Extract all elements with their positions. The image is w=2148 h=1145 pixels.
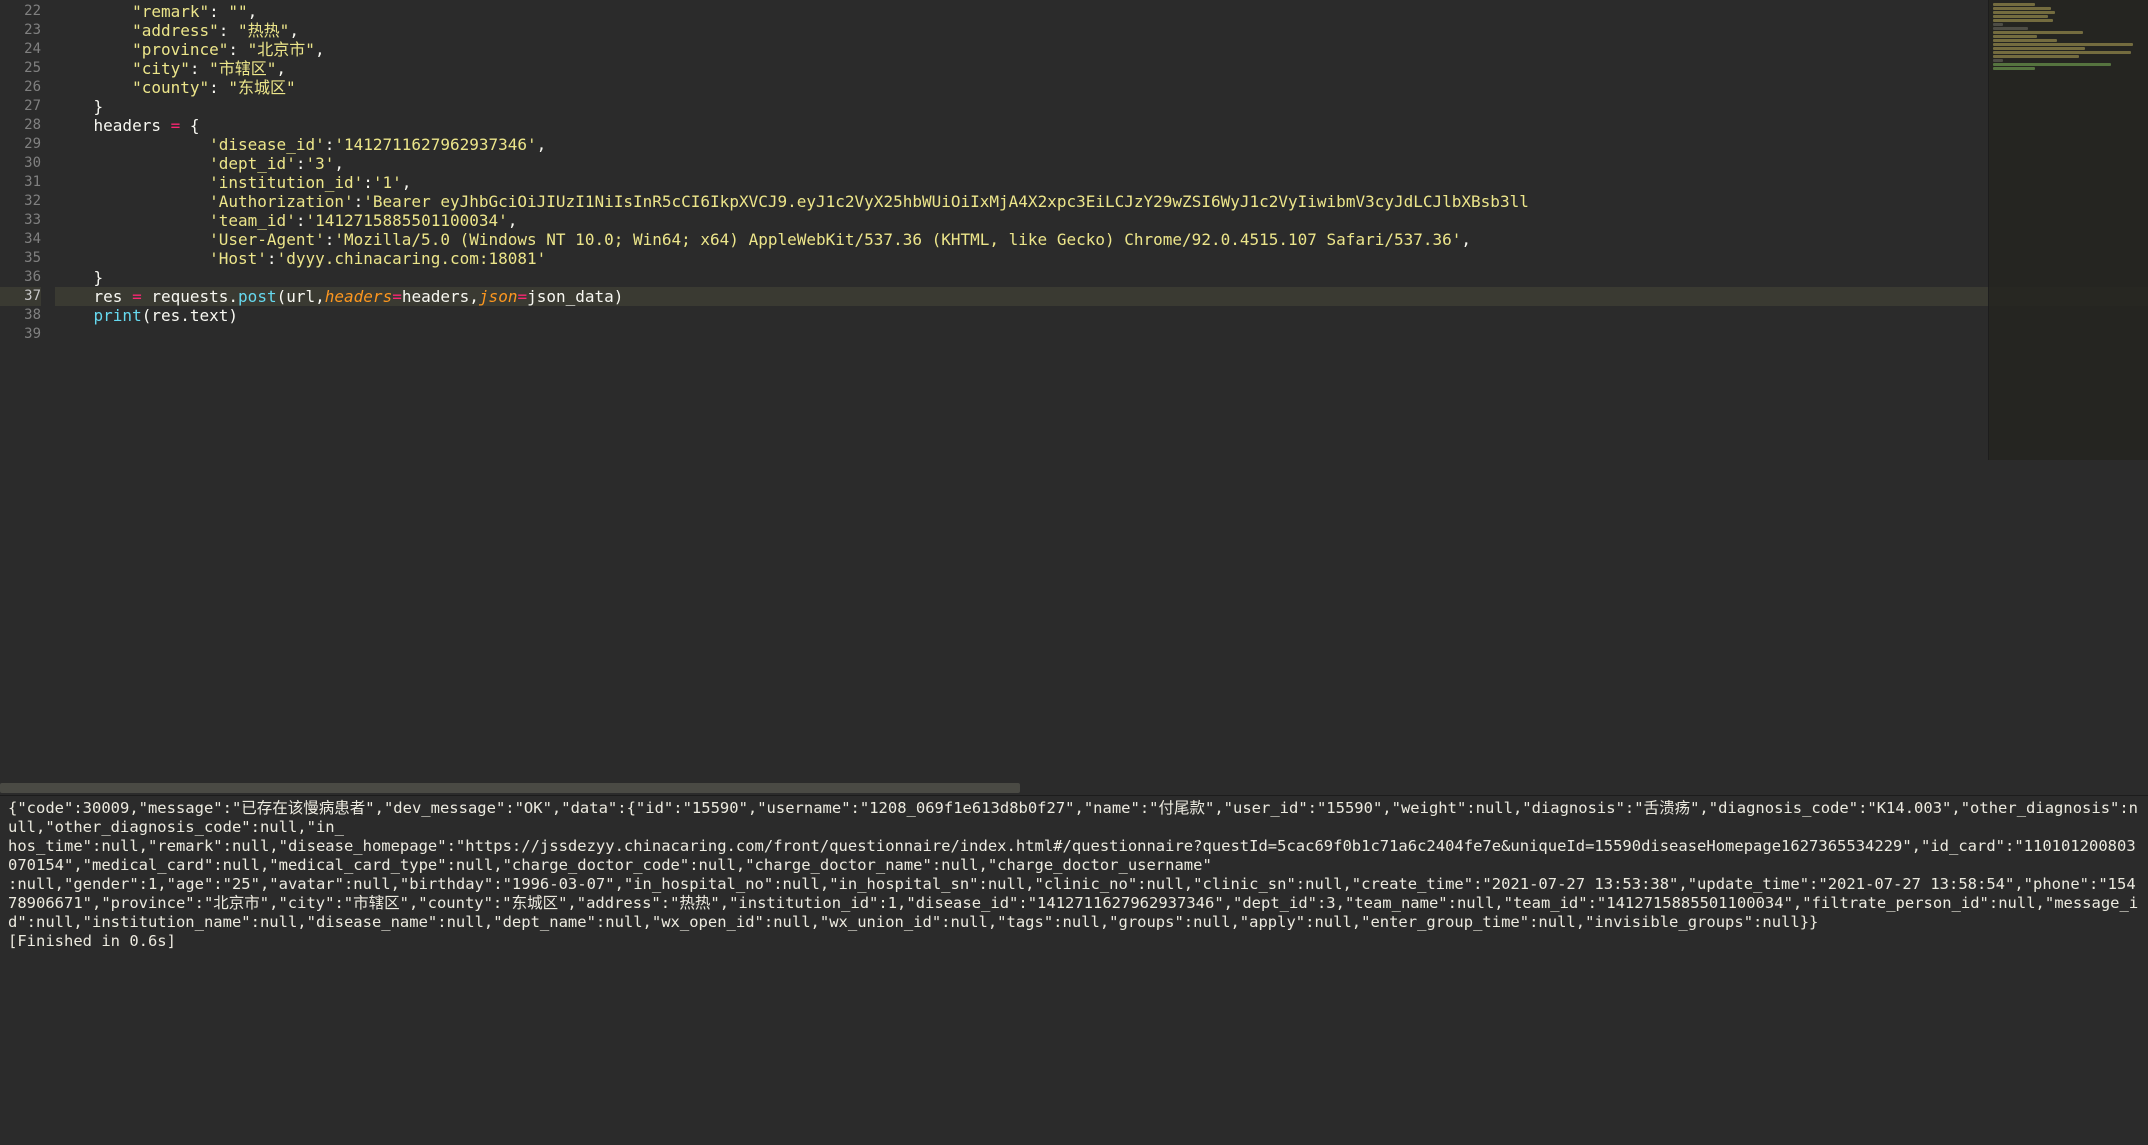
minimap-line — [1993, 31, 2083, 34]
line-number: 34 — [0, 230, 41, 249]
code-line[interactable]: 'disease_id':'1412711627962937346', — [55, 135, 2148, 154]
minimap-line — [1993, 39, 2057, 42]
editor-window: 222324252627282930313233343536373839 "re… — [0, 0, 2148, 1145]
code-editor-pane[interactable]: 222324252627282930313233343536373839 "re… — [0, 0, 2148, 781]
line-number: 33 — [0, 211, 41, 230]
line-number: 38 — [0, 306, 41, 325]
code-line[interactable]: 'institution_id':'1', — [55, 173, 2148, 192]
minimap-line — [1993, 3, 2035, 6]
code-line[interactable]: "remark": "", — [55, 2, 2148, 21]
code-line[interactable]: headers = { — [55, 116, 2148, 135]
line-number: 28 — [0, 116, 41, 135]
minimap-line — [1993, 23, 2003, 26]
code-line[interactable]: 'dept_id':'3', — [55, 154, 2148, 173]
code-line[interactable]: "address": "热热", — [55, 21, 2148, 40]
line-number: 39 — [0, 325, 41, 344]
code-body[interactable]: "remark": "", "address": "热热", "province… — [55, 0, 2148, 781]
code-line[interactable]: } — [55, 268, 2148, 287]
line-number: 31 — [0, 173, 41, 192]
minimap-line — [1993, 11, 2055, 14]
code-line[interactable]: 'Authorization':'Bearer eyJhbGciOiJIUzI1… — [55, 192, 2148, 211]
line-number: 35 — [0, 249, 41, 268]
minimap-line — [1993, 51, 2131, 54]
minimap-line — [1993, 7, 2051, 10]
line-number: 23 — [0, 21, 41, 40]
line-number: 32 — [0, 192, 41, 211]
minimap-line — [1993, 43, 2133, 46]
code-line[interactable]: 'User-Agent':'Mozilla/5.0 (Windows NT 10… — [55, 230, 2148, 249]
line-number-gutter: 222324252627282930313233343536373839 — [0, 0, 55, 781]
minimap-line — [1993, 35, 2037, 38]
line-number: 30 — [0, 154, 41, 173]
minimap-line — [1993, 15, 2048, 18]
minimap-line — [1993, 19, 2053, 22]
horizontal-scrollbar-thumb[interactable] — [0, 783, 1020, 793]
minimap-line — [1993, 47, 2085, 50]
code-line[interactable]: print(res.text) — [55, 306, 2148, 325]
minimap-line — [1993, 27, 2028, 30]
code-line[interactable]: 'Host':'dyyy.chinacaring.com:18081' — [55, 249, 2148, 268]
line-number: 25 — [0, 59, 41, 78]
line-number: 24 — [0, 40, 41, 59]
output-text: {"code":30009,"message":"已存在该慢病患者","dev_… — [8, 799, 2138, 931]
line-number: 27 — [0, 97, 41, 116]
minimap-line — [1993, 59, 2003, 62]
minimap-line — [1993, 67, 2035, 70]
line-number: 26 — [0, 78, 41, 97]
code-line[interactable]: res = requests.post(url,headers=headers,… — [55, 287, 2148, 306]
line-number: 22 — [0, 2, 41, 21]
minimap-line — [1993, 55, 2079, 58]
line-number: 36 — [0, 268, 41, 287]
code-line[interactable]: } — [55, 97, 2148, 116]
build-output-panel[interactable]: {"code":30009,"message":"已存在该慢病患者","dev_… — [0, 795, 2148, 1145]
code-line[interactable]: 'team_id':'1412715885501100034', — [55, 211, 2148, 230]
code-line[interactable] — [55, 325, 2148, 344]
minimap[interactable] — [1988, 0, 2148, 460]
code-line[interactable]: "county": "东城区" — [55, 78, 2148, 97]
output-footer: [Finished in 0.6s] — [8, 932, 176, 950]
line-number: 29 — [0, 135, 41, 154]
horizontal-scrollbar[interactable] — [0, 781, 2148, 795]
line-number: 37 — [0, 287, 41, 306]
code-line[interactable]: "province": "北京市", — [55, 40, 2148, 59]
code-line[interactable]: "city": "市辖区", — [55, 59, 2148, 78]
minimap-line — [1993, 63, 2111, 66]
